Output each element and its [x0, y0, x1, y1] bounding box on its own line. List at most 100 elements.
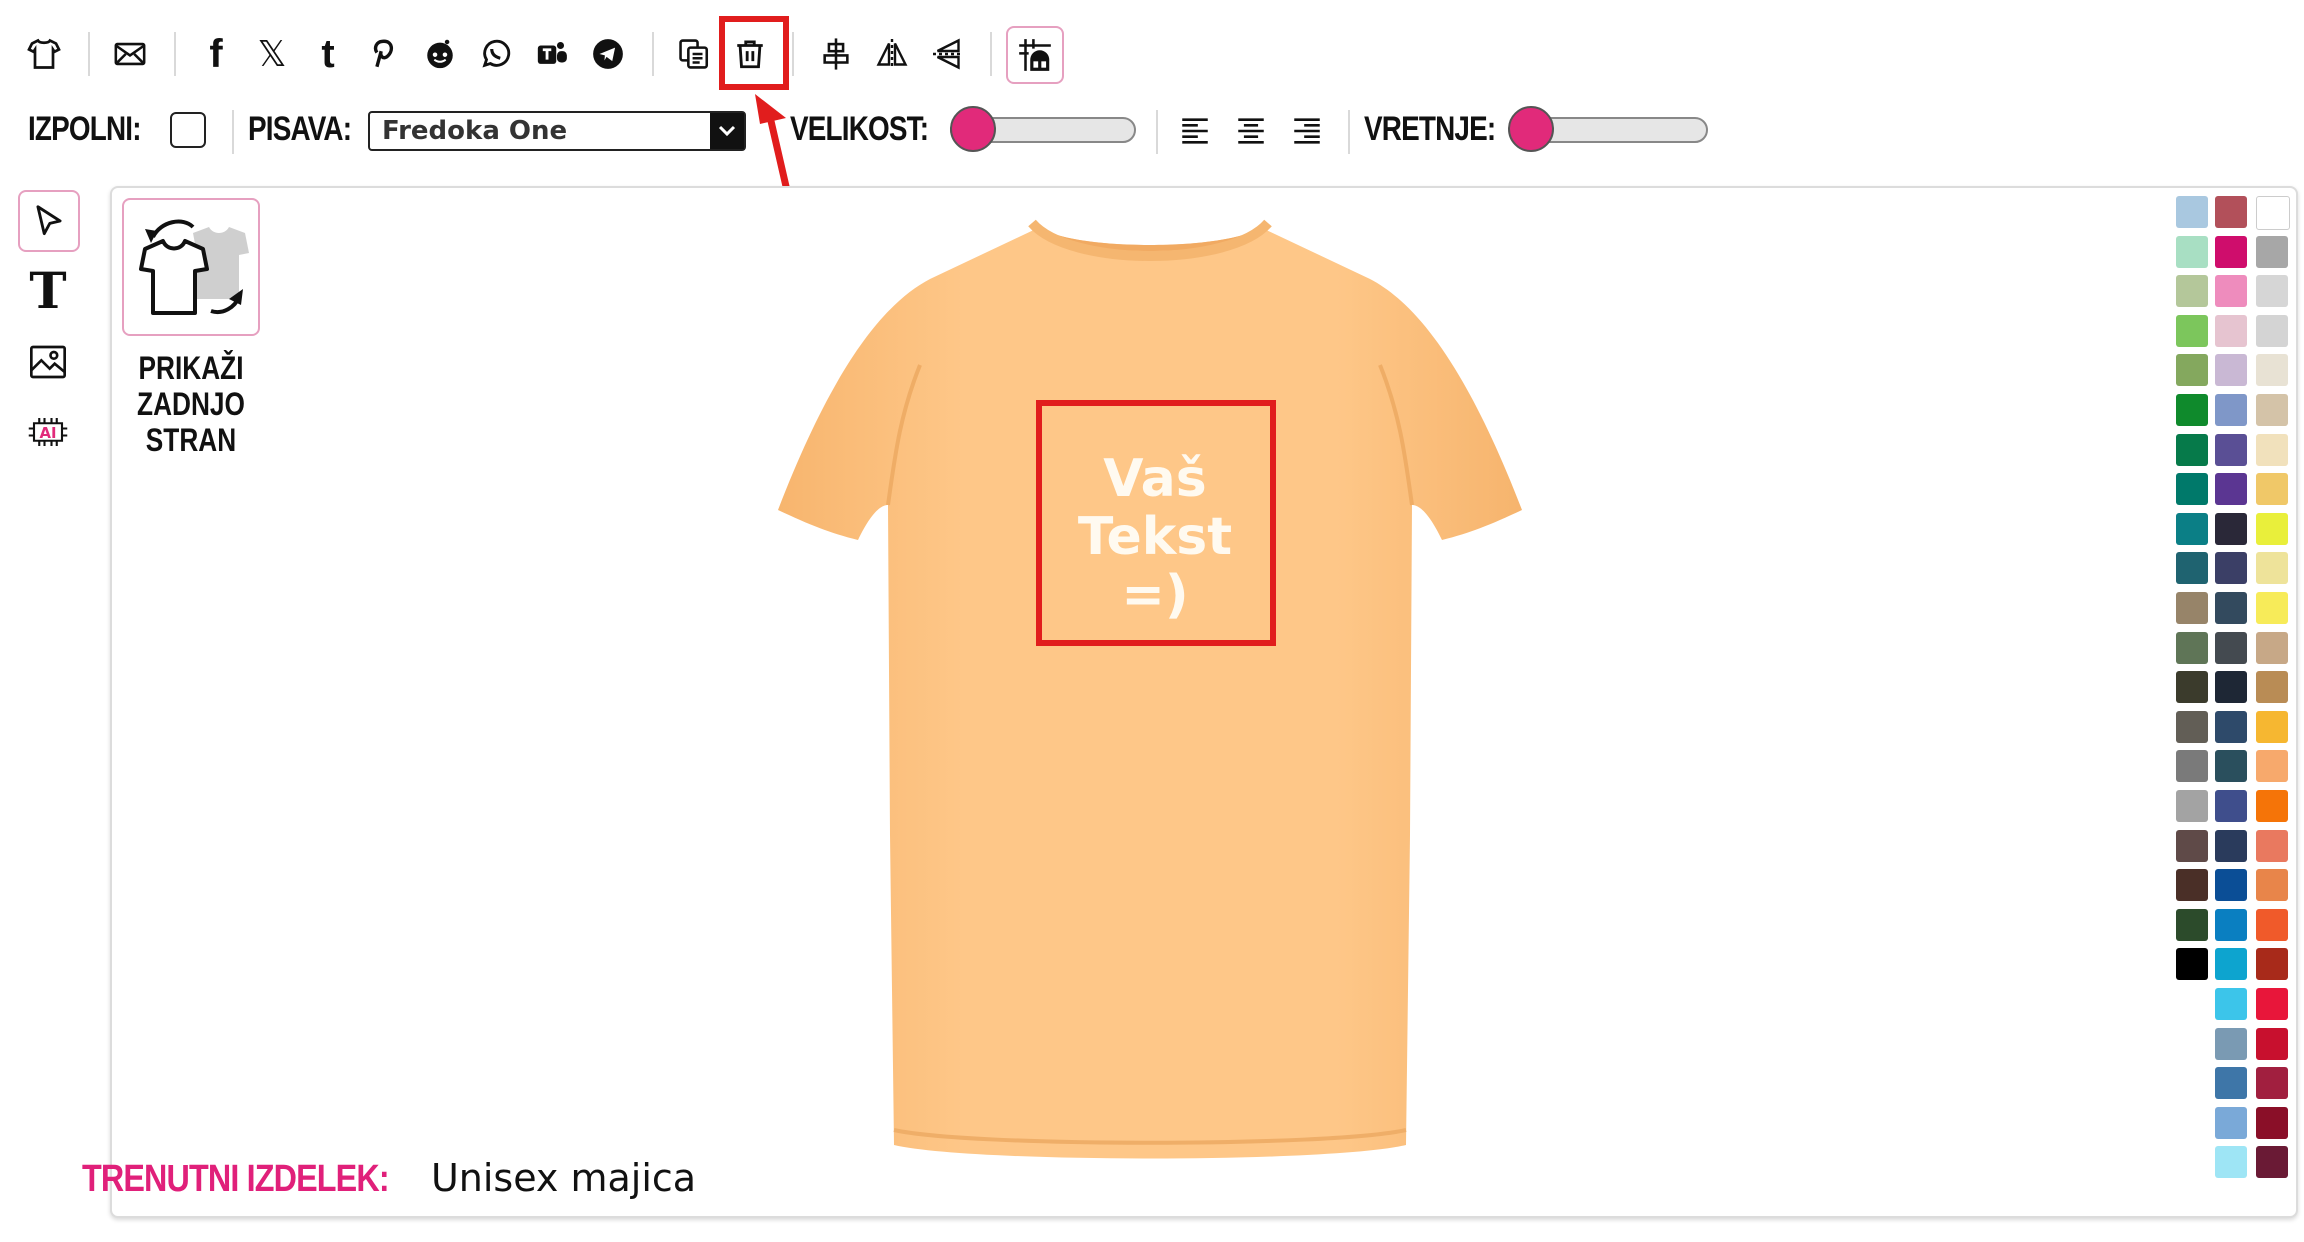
grid-toggle-button[interactable]: [1006, 26, 1064, 84]
color-swatch[interactable]: [2215, 275, 2247, 308]
flip-horizontal-icon[interactable]: [868, 30, 916, 78]
color-swatch[interactable]: [2256, 631, 2288, 664]
color-swatch[interactable]: [2176, 908, 2208, 941]
color-swatch[interactable]: [2215, 473, 2247, 506]
color-swatch[interactable]: [2215, 552, 2247, 585]
color-swatch[interactable]: [2215, 314, 2247, 347]
color-swatch[interactable]: [2176, 790, 2208, 822]
color-swatch[interactable]: [2256, 1067, 2288, 1100]
color-swatch[interactable]: [2176, 473, 2208, 506]
align-center-icon[interactable]: [1234, 114, 1270, 150]
color-swatch[interactable]: [2215, 1067, 2247, 1100]
toolbar-divider: [88, 32, 90, 76]
color-swatch[interactable]: [2215, 790, 2247, 822]
color-swatch[interactable]: [2215, 433, 2247, 466]
color-swatch[interactable]: [2256, 552, 2288, 585]
reddit-icon[interactable]: [416, 30, 464, 78]
color-swatch[interactable]: [2256, 473, 2288, 506]
copy-icon[interactable]: [670, 30, 718, 78]
color-swatch[interactable]: [2215, 1106, 2247, 1139]
flip-vertical-icon[interactable]: [924, 30, 972, 78]
color-swatch[interactable]: [2176, 869, 2208, 902]
color-swatch[interactable]: [2176, 275, 2208, 308]
color-swatch[interactable]: [2176, 314, 2208, 347]
mail-icon[interactable]: [106, 30, 154, 78]
color-swatch[interactable]: [2176, 948, 2208, 981]
color-swatch[interactable]: [2215, 631, 2247, 664]
color-swatch[interactable]: [2256, 948, 2288, 981]
telegram-icon[interactable]: [584, 30, 632, 78]
color-swatch[interactable]: [2176, 592, 2208, 624]
color-swatch[interactable]: [2256, 829, 2288, 862]
color-swatch[interactable]: [2256, 512, 2288, 545]
color-swatch[interactable]: [2176, 671, 2208, 704]
color-swatch[interactable]: [2215, 988, 2247, 1020]
fill-checkbox[interactable]: [170, 112, 206, 148]
color-swatch[interactable]: [2256, 1027, 2288, 1060]
ai-tool-icon[interactable]: AI: [20, 404, 76, 460]
color-swatch[interactable]: [2215, 235, 2247, 268]
color-swatch[interactable]: [2256, 908, 2288, 941]
color-swatch[interactable]: [2176, 552, 2208, 585]
color-swatch[interactable]: [2215, 196, 2247, 228]
image-tool-icon[interactable]: [20, 334, 76, 390]
color-swatch[interactable]: [2176, 750, 2208, 783]
color-swatch[interactable]: [2215, 1146, 2247, 1179]
color-swatch[interactable]: [2176, 710, 2208, 743]
color-swatch[interactable]: [2256, 354, 2288, 387]
color-swatch[interactable]: [2215, 512, 2247, 545]
facebook-icon[interactable]: f: [192, 30, 240, 78]
color-swatch[interactable]: [2256, 750, 2288, 783]
design-text-object[interactable]: Vaš Tekst =): [1040, 450, 1270, 624]
align-right-icon[interactable]: [1290, 114, 1326, 150]
design-text-line-3: =): [1121, 565, 1189, 625]
color-swatch[interactable]: [2215, 948, 2247, 981]
color-swatch[interactable]: [2256, 1146, 2288, 1179]
color-swatch[interactable]: [2215, 1027, 2247, 1060]
color-swatch[interactable]: [2176, 196, 2208, 228]
color-swatch[interactable]: [2215, 354, 2247, 387]
align-center-vertical-icon[interactable]: [812, 30, 860, 78]
color-swatch[interactable]: [2215, 710, 2247, 743]
color-swatch[interactable]: [2215, 750, 2247, 783]
align-left-icon[interactable]: [1178, 114, 1214, 150]
color-swatch[interactable]: [2256, 790, 2288, 822]
teams-icon[interactable]: [528, 30, 576, 78]
whatsapp-icon[interactable]: [472, 30, 520, 78]
color-swatch[interactable]: [2256, 314, 2288, 347]
color-swatch[interactable]: [2256, 275, 2288, 308]
tshirt-icon[interactable]: [20, 30, 68, 78]
show-back-side-button[interactable]: [122, 198, 260, 336]
color-swatch[interactable]: [2256, 710, 2288, 743]
pinterest-icon[interactable]: [360, 30, 408, 78]
color-swatch[interactable]: [2256, 988, 2288, 1020]
font-select[interactable]: Fredoka One: [368, 111, 746, 151]
color-swatch[interactable]: [2176, 829, 2208, 862]
x-icon[interactable]: 𝕏: [248, 30, 296, 78]
size-slider-knob[interactable]: [950, 106, 996, 152]
color-swatch[interactable]: [2256, 592, 2288, 624]
color-swatch[interactable]: [2176, 354, 2208, 387]
color-swatch[interactable]: [2256, 869, 2288, 902]
color-swatch[interactable]: [2176, 512, 2208, 545]
color-swatch[interactable]: [2215, 829, 2247, 862]
color-swatch[interactable]: [2215, 671, 2247, 704]
text-tool-icon[interactable]: T: [20, 261, 76, 320]
spacing-slider-knob[interactable]: [1508, 106, 1554, 152]
color-swatch[interactable]: [2176, 433, 2208, 466]
select-tool-button[interactable]: [18, 190, 80, 252]
color-swatch[interactable]: [2256, 671, 2288, 704]
color-swatch[interactable]: [2215, 869, 2247, 902]
color-swatch[interactable]: [2215, 394, 2247, 426]
color-swatch[interactable]: [2256, 1106, 2288, 1139]
color-swatch[interactable]: [2176, 631, 2208, 664]
color-swatch[interactable]: [2176, 394, 2208, 426]
color-swatch[interactable]: [2256, 235, 2288, 268]
color-swatch[interactable]: [2215, 592, 2247, 624]
color-swatch[interactable]: [2176, 235, 2208, 268]
tumblr-icon[interactable]: t: [304, 30, 352, 78]
color-swatch[interactable]: [2256, 196, 2290, 230]
color-swatch[interactable]: [2256, 433, 2288, 466]
color-swatch[interactable]: [2215, 908, 2247, 941]
color-swatch[interactable]: [2256, 394, 2288, 426]
